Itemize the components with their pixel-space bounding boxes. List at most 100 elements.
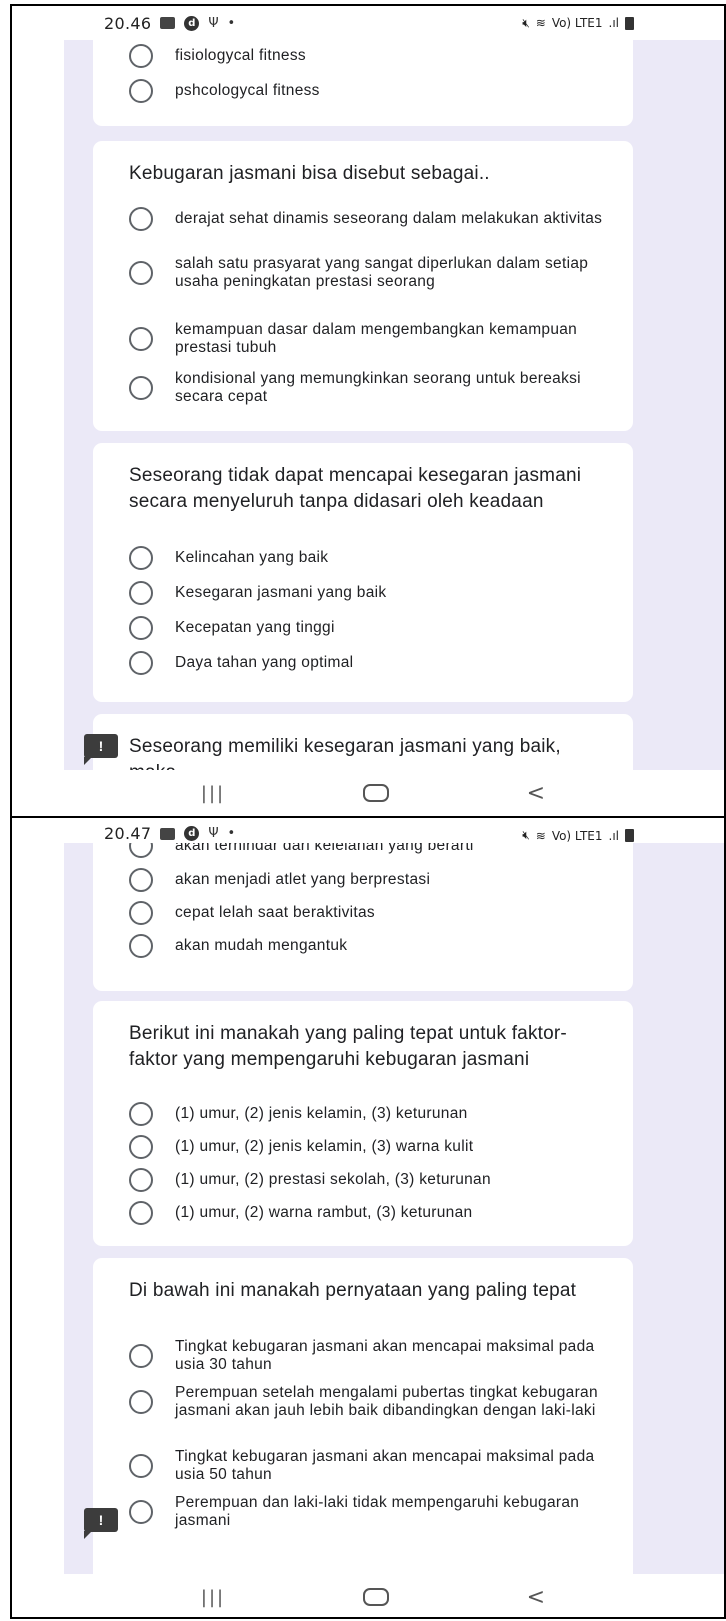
- status-bar: 20.46 d Ψ • 🔇︎ ≋ Vo) LTE1 .ıl: [12, 6, 724, 40]
- radio-button[interactable]: [129, 327, 153, 351]
- option-row[interactable]: kemampuan dasar dalam mengembangkan kema…: [129, 321, 613, 357]
- recents-icon[interactable]: |||: [201, 1587, 225, 1608]
- signal-icon: .ıl: [608, 16, 619, 30]
- radio-button[interactable]: [129, 261, 153, 285]
- question-title: Di bawah ini manakah pernyataan yang pal…: [129, 1280, 577, 1301]
- option-row[interactable]: fisiologycal fitness: [129, 44, 613, 68]
- question-title: Seseorang tidak dapat mencapai kesegaran…: [129, 465, 582, 512]
- option-row[interactable]: Tingkat kebugaran jasmani akan mencapai …: [129, 1338, 613, 1374]
- back-icon[interactable]: <: [527, 1585, 545, 1610]
- question-card: akan terhindar dari kelelahan yang berar…: [93, 843, 633, 991]
- radio-button[interactable]: [129, 934, 153, 958]
- nav-bar: ||| <: [12, 1574, 724, 1617]
- option-label: Tingkat kebugaran jasmani akan mencapai …: [175, 1338, 595, 1373]
- radio-button[interactable]: [129, 651, 153, 675]
- option-row[interactable]: akan menjadi atlet yang berprestasi: [129, 868, 613, 892]
- option-label: (1) umur, (2) jenis kelamin, (3) warna k…: [175, 1138, 474, 1155]
- nav-bar: ||| <: [12, 770, 724, 816]
- recents-icon[interactable]: |||: [201, 783, 225, 804]
- option-row[interactable]: kondisional yang memungkinkan seorang un…: [129, 370, 613, 406]
- option-row[interactable]: akan mudah mengantuk: [129, 934, 613, 958]
- radio-button[interactable]: [129, 1344, 153, 1368]
- radio-button[interactable]: [129, 1168, 153, 1192]
- option-row[interactable]: salah satu prasyarat yang sangat diperlu…: [129, 255, 613, 291]
- radio-button[interactable]: [129, 79, 153, 103]
- form-content[interactable]: akan terhindar dari kelelahan yang berar…: [64, 843, 724, 1583]
- question-card: Seseorang tidak dapat mencapai kesegaran…: [93, 443, 633, 702]
- gallery-icon: [160, 17, 176, 29]
- option-row[interactable]: akan terhindar dari kelelahan yang berar…: [129, 843, 613, 858]
- status-time: 20.46: [104, 13, 152, 33]
- option-label: Kelincahan yang baik: [175, 549, 329, 566]
- option-row[interactable]: (1) umur, (2) prestasi sekolah, (3) ketu…: [129, 1168, 613, 1192]
- feedback-icon[interactable]: !: [84, 734, 118, 765]
- radio-button[interactable]: [129, 868, 153, 892]
- option-label: Kecepatan yang tinggi: [175, 619, 335, 636]
- dot-icon: •: [227, 826, 236, 841]
- option-label: cepat lelah saat beraktivitas: [175, 904, 375, 921]
- option-label: akan mudah mengantuk: [175, 937, 348, 954]
- option-row[interactable]: (1) umur, (2) warna rambut, (3) keturuna…: [129, 1201, 613, 1225]
- option-label: Tingkat kebugaran jasmani akan mencapai …: [175, 1448, 595, 1483]
- status-bar: 20.47 d Ψ • 🔇︎ ≋ Vo) LTE1 .ıl: [12, 818, 724, 843]
- option-label: pshcologycal fitness: [175, 82, 320, 99]
- screenshot-1: 20.46 d Ψ • 🔇︎ ≋ Vo) LTE1 .ıl fisiologyc…: [10, 4, 726, 816]
- status-time: 20.47: [104, 824, 152, 843]
- gallery-icon: [160, 827, 176, 840]
- option-label: (1) umur, (2) warna rambut, (3) keturuna…: [175, 1204, 473, 1221]
- usb-icon: Ψ: [208, 15, 219, 31]
- radio-button[interactable]: [129, 581, 153, 605]
- radio-button[interactable]: [129, 1454, 153, 1478]
- question-card: Seseorang memiliki kesegaran jasmani yan…: [93, 714, 633, 770]
- option-row[interactable]: Kesegaran jasmani yang baik: [129, 581, 613, 605]
- mute-icon: 🔇︎: [522, 15, 530, 30]
- back-icon[interactable]: <: [527, 781, 545, 806]
- option-row[interactable]: Kelincahan yang baik: [129, 546, 613, 570]
- radio-button[interactable]: [129, 1102, 153, 1126]
- option-row[interactable]: Daya tahan yang optimal: [129, 651, 613, 675]
- radio-button[interactable]: [129, 616, 153, 640]
- radio-button[interactable]: [129, 44, 153, 68]
- question-card: fisiologycal fitness pshcologycal fitnes…: [93, 40, 633, 126]
- option-row[interactable]: cepat lelah saat beraktivitas: [129, 901, 613, 925]
- option-row[interactable]: (1) umur, (2) jenis kelamin, (3) keturun…: [129, 1102, 613, 1126]
- screenshot-2: 20.47 d Ψ • 🔇︎ ≋ Vo) LTE1 .ıl akan terhi…: [10, 816, 726, 1619]
- network-label: Vo) LTE1: [551, 16, 603, 30]
- option-row[interactable]: Kecepatan yang tinggi: [129, 616, 613, 640]
- home-icon[interactable]: [362, 1588, 389, 1606]
- radio-button[interactable]: [129, 1390, 153, 1414]
- option-label: derajat sehat dinamis seseorang dalam me…: [175, 210, 603, 227]
- option-label: Kesegaran jasmani yang baik: [175, 584, 387, 601]
- option-row[interactable]: Perempuan setelah mengalami pubertas tin…: [129, 1384, 613, 1420]
- radio-button[interactable]: [129, 843, 153, 858]
- option-label: (1) umur, (2) jenis kelamin, (3) keturun…: [175, 1105, 468, 1122]
- option-label: Perempuan setelah mengalami pubertas tin…: [175, 1384, 598, 1419]
- usb-icon: Ψ: [208, 826, 219, 841]
- radio-button[interactable]: [129, 207, 153, 231]
- question-card: Berikut ini manakah yang paling tepat un…: [93, 1001, 633, 1246]
- radio-button[interactable]: [129, 546, 153, 570]
- radio-button[interactable]: [129, 376, 153, 400]
- option-label: fisiologycal fitness: [175, 47, 306, 64]
- option-label: salah satu prasyarat yang sangat diperlu…: [175, 255, 589, 290]
- option-row[interactable]: derajat sehat dinamis seseorang dalam me…: [129, 207, 613, 231]
- option-row[interactable]: Perempuan dan laki-laki tidak mempengaru…: [129, 1494, 613, 1530]
- radio-button[interactable]: [129, 1500, 153, 1524]
- network-label: Vo) LTE1: [551, 828, 603, 843]
- option-label: Perempuan dan laki-laki tidak mempengaru…: [175, 1494, 580, 1529]
- dot-icon: •: [227, 15, 236, 31]
- option-row[interactable]: Tingkat kebugaran jasmani akan mencapai …: [129, 1448, 613, 1484]
- radio-button[interactable]: [129, 1201, 153, 1225]
- form-content[interactable]: fisiologycal fitness pshcologycal fitnes…: [64, 40, 724, 770]
- option-label: kondisional yang memungkinkan seorang un…: [175, 370, 581, 405]
- radio-button[interactable]: [129, 1135, 153, 1159]
- option-row[interactable]: (1) umur, (2) jenis kelamin, (3) warna k…: [129, 1135, 613, 1159]
- app-d-icon: d: [184, 826, 200, 841]
- feedback-icon[interactable]: !: [84, 1508, 118, 1539]
- question-card: Di bawah ini manakah pernyataan yang pal…: [93, 1258, 633, 1583]
- option-label: kemampuan dasar dalam mengembangkan kema…: [175, 321, 578, 356]
- option-row[interactable]: pshcologycal fitness: [129, 79, 613, 103]
- battery-icon: [625, 829, 634, 842]
- home-icon[interactable]: [362, 784, 389, 802]
- radio-button[interactable]: [129, 901, 153, 925]
